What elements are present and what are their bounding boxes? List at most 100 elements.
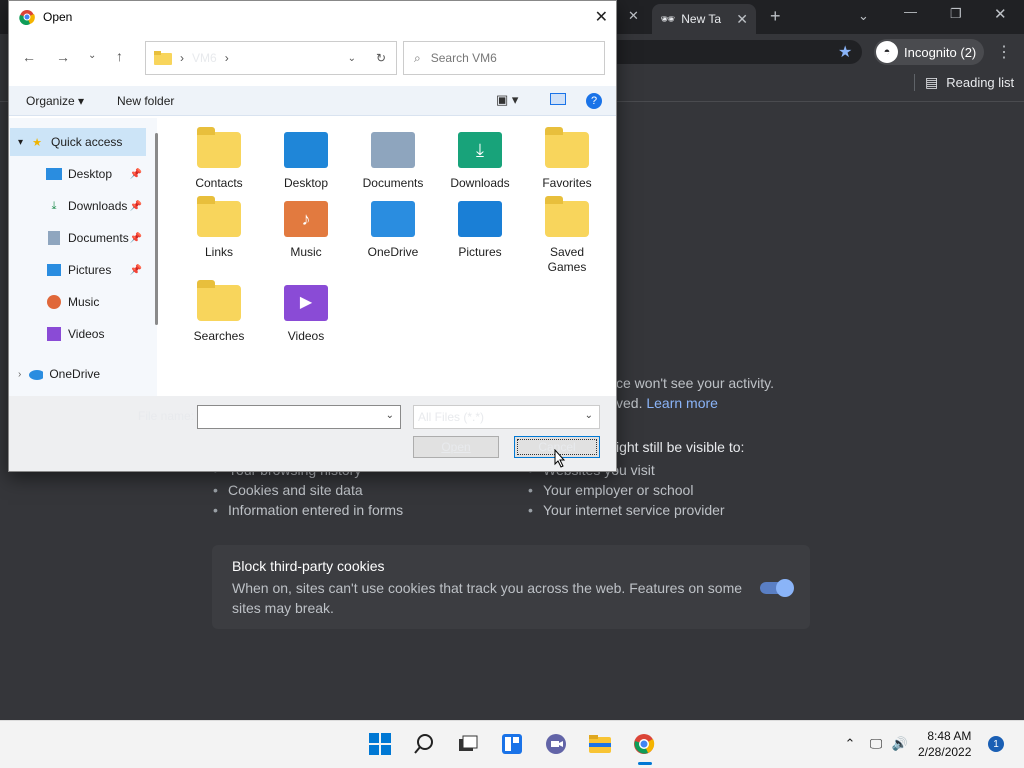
- pin-icon: 📌: [129, 264, 142, 276]
- tab-search-icon[interactable]: ⌄: [858, 8, 869, 24]
- back-arrow-icon[interactable]: ←: [22, 49, 36, 65]
- cookie-toggle[interactable]: [760, 579, 794, 597]
- window-close-icon[interactable]: ✕: [994, 5, 1007, 23]
- up-arrow-icon[interactable]: ↑: [116, 48, 123, 64]
- bookmark-star-icon[interactable]: ★: [838, 42, 852, 62]
- folder-item-onedrive[interactable]: OneDrive: [351, 191, 435, 260]
- widgets-icon[interactable]: [498, 730, 526, 758]
- address-dropdown-icon[interactable]: ⌄: [348, 53, 356, 64]
- menu-icon[interactable]: ⋮: [996, 42, 1012, 62]
- command-bar: [9, 86, 616, 116]
- restore-icon[interactable]: ❐: [950, 6, 962, 22]
- sidebar-item-quick-access[interactable]: ▾ ★ Quick access: [18, 128, 164, 156]
- chevron-down-icon[interactable]: ⌄: [386, 410, 394, 421]
- ntp-line2: ved. Learn more: [616, 395, 718, 411]
- omnibox[interactable]: [612, 40, 862, 64]
- minimize-icon[interactable]: —: [904, 4, 917, 19]
- reading-list-label: Reading list: [946, 75, 1015, 90]
- dialog-title: Open: [43, 10, 73, 24]
- close-icon[interactable]: ✕: [595, 7, 608, 27]
- videos-folder-icon: ▶: [284, 285, 328, 321]
- folder-item-searches[interactable]: Searches: [177, 275, 261, 344]
- refresh-icon[interactable]: ↻: [376, 51, 386, 65]
- file-type-select[interactable]: All Files (*.*) ⌄: [413, 405, 600, 429]
- windows-start-icon[interactable]: [366, 730, 394, 758]
- new-tab-icon[interactable]: +: [770, 6, 781, 27]
- incognito-button[interactable]: ◓ Incognito (2): [874, 39, 985, 65]
- incognito-label: Incognito (2): [904, 44, 977, 60]
- folder-item-pictures[interactable]: Pictures: [438, 191, 522, 260]
- notification-badge[interactable]: 1: [988, 736, 1004, 752]
- search-icon: ⌕: [414, 50, 421, 65]
- breadcrumb-separator: ›: [224, 51, 229, 65]
- task-view-icon[interactable]: [454, 730, 482, 758]
- teams-chat-icon[interactable]: [542, 730, 570, 758]
- star-icon: ★: [32, 136, 42, 149]
- music-icon: [46, 294, 62, 310]
- chevron-down-icon: ▾: [18, 136, 24, 148]
- folder-item-links[interactable]: Links: [177, 191, 261, 260]
- clock[interactable]: 8:48 AM 2/28/2022: [918, 728, 971, 760]
- view-icon[interactable]: ▣ ▾: [496, 92, 518, 108]
- incognito-tab-icon: 🕶: [660, 12, 676, 26]
- folder-item-music[interactable]: ♪ Music: [264, 191, 348, 260]
- tab-new-tab[interactable]: 🕶 New Ta ✕: [652, 4, 756, 34]
- pictures-folder-icon: [458, 201, 502, 237]
- sidebar-item-downloads[interactable]: ⤓ Downloads 📌: [46, 192, 146, 220]
- organize-button[interactable]: Organize ▾: [26, 94, 84, 108]
- incognito-icon: ◓: [876, 41, 898, 63]
- learn-more-link[interactable]: Learn more: [646, 395, 718, 411]
- sidebar-item-videos[interactable]: Videos: [46, 320, 146, 348]
- preview-pane-icon[interactable]: [550, 93, 566, 105]
- file-explorer-icon[interactable]: [586, 730, 614, 758]
- search-box[interactable]: ⌕ Search VM6: [403, 41, 605, 75]
- folder-icon: [545, 196, 589, 237]
- chevron-up-icon[interactable]: ⌃: [836, 730, 864, 758]
- search-icon[interactable]: [410, 730, 438, 758]
- search-placeholder: Search VM6: [430, 51, 497, 65]
- new-folder-button[interactable]: New folder: [117, 94, 174, 108]
- forward-arrow-icon[interactable]: →: [56, 49, 70, 65]
- mouse-pointer-icon: [554, 449, 566, 468]
- folder-item-downloads[interactable]: ⤓ Downloads: [438, 122, 522, 191]
- help-icon[interactable]: ?: [586, 93, 602, 109]
- file-name-label: File name:: [138, 409, 195, 423]
- folder-item-saved-games[interactable]: Saved Games: [525, 191, 609, 275]
- sidebar-item-music[interactable]: Music: [46, 288, 146, 316]
- folder-item-contacts[interactable]: Contacts: [177, 122, 261, 191]
- pictures-icon: [46, 262, 62, 278]
- right-list-item: Your employer or school: [528, 482, 693, 498]
- sidebar-item-pictures[interactable]: Pictures 📌: [46, 256, 146, 284]
- close-icon[interactable]: ✕: [736, 11, 748, 28]
- folder-item-videos[interactable]: ▶ Videos: [264, 275, 348, 344]
- sidebar-item-documents[interactable]: Documents 📌: [46, 224, 146, 252]
- folder-item-desktop[interactable]: Desktop: [264, 122, 348, 191]
- recent-dropdown-icon[interactable]: ⌄: [88, 50, 96, 61]
- right-list-item: Your internet service provider: [528, 502, 725, 518]
- open-button[interactable]: Open: [413, 436, 499, 458]
- folder-item-favorites[interactable]: Favorites: [525, 122, 609, 191]
- chrome-icon: [19, 10, 35, 25]
- folder-icon: [154, 51, 172, 65]
- sidebar-scrollbar[interactable]: [155, 133, 158, 325]
- sidebar-item-onedrive[interactable]: › OneDrive: [18, 360, 164, 388]
- videos-icon: [46, 326, 62, 342]
- chrome-icon[interactable]: [630, 730, 658, 758]
- download-icon: ⤓: [51, 199, 57, 212]
- pin-icon: 📌: [129, 232, 142, 244]
- reading-list-button[interactable]: ▤ Reading list: [914, 74, 1014, 91]
- ntp-might-visible: ight still be visible to:: [616, 439, 745, 455]
- desktop-icon: [46, 166, 62, 182]
- file-name-input[interactable]: ⌄: [197, 405, 401, 429]
- documents-folder-icon: [371, 132, 415, 168]
- folder-item-documents[interactable]: Documents: [351, 122, 435, 191]
- pin-icon: 📌: [129, 200, 142, 212]
- sidebar-item-desktop[interactable]: Desktop 📌: [46, 160, 146, 188]
- breadcrumb-item[interactable]: VM6: [192, 51, 217, 65]
- tab-close-icon[interactable]: ✕: [628, 8, 639, 24]
- pin-icon: 📌: [129, 168, 142, 180]
- volume-icon[interactable]: 🔊: [886, 730, 914, 758]
- documents-icon: [46, 230, 62, 246]
- address-bar[interactable]: › VM6 › ⌄ ↻: [145, 41, 397, 75]
- downloads-folder-icon: ⤓: [458, 132, 502, 168]
